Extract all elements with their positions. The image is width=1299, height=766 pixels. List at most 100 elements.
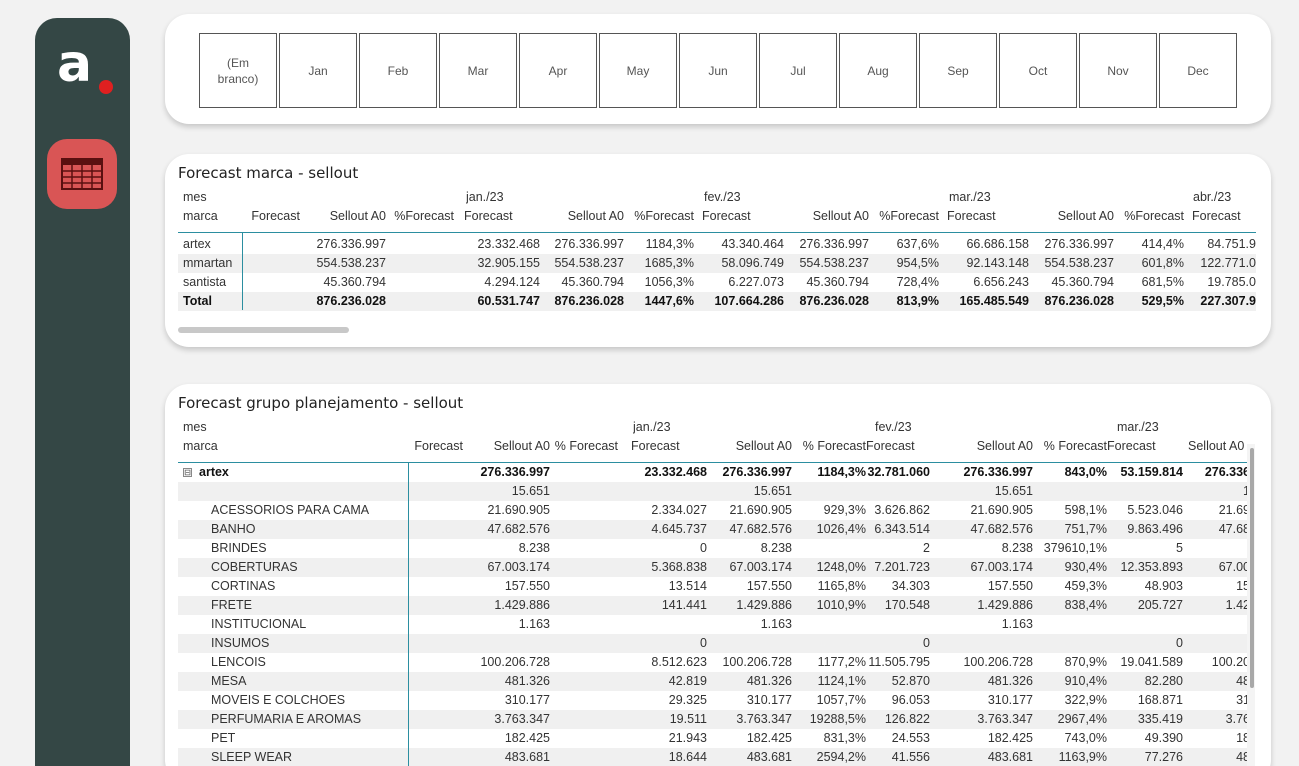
table-cell: [388, 235, 454, 254]
month-button[interactable]: Jul: [759, 33, 837, 108]
column-header[interactable]: Sellout A0: [946, 437, 1033, 456]
horizontal-scrollbar[interactable]: [178, 327, 349, 333]
table-cell: 276.336: [1204, 465, 1250, 479]
column-header[interactable]: Forecast: [947, 207, 1029, 226]
column-header[interactable]: Forecast: [408, 437, 463, 456]
month-button[interactable]: Jun: [679, 33, 757, 108]
column-header[interactable]: Sellout A0: [789, 207, 869, 226]
brand-row[interactable]: santista 45.360.794 4.294.124 45.360.794 105…: [178, 273, 1256, 292]
table-cell: 276.336.997: [316, 237, 386, 251]
group-row[interactable]: PET 182.425 21.943 182.425 831,3% 24.553 182.4…: [178, 729, 1250, 748]
group-row[interactable]: 15.651 15.651 15.651 1: [178, 482, 1250, 501]
brand-row[interactable]: mmartan 554.538.237 32.905.155 554.538.237 1…: [178, 254, 1256, 273]
table-cell: 15.651: [753, 484, 792, 498]
column-header[interactable]: %Forecast: [632, 207, 694, 226]
row-label-text: PERFUMARIA E AROMAS: [211, 712, 362, 726]
table-cell: [1107, 615, 1183, 634]
period-label: jan./23: [633, 420, 671, 434]
month-button[interactable]: Jan: [279, 33, 357, 108]
month-button[interactable]: Mar: [439, 33, 517, 108]
month-button[interactable]: Feb: [359, 33, 437, 108]
column-header[interactable]: Forecast: [866, 437, 930, 456]
table-cell: 728,4%: [896, 275, 939, 289]
month-button[interactable]: Nov: [1079, 33, 1157, 108]
group-row[interactable]: MESA 481.326 42.819 481.326 1124,1% 52.870 481…: [178, 672, 1250, 691]
header-row-periods: mes jan./23 fev./23 mar./23 abr./23: [178, 188, 1256, 207]
month-button[interactable]: Aug: [839, 33, 917, 108]
column-header[interactable]: Forecast: [702, 207, 784, 226]
table-cell: 11.505.795: [868, 655, 930, 669]
table-cell: 15.651: [994, 484, 1033, 498]
column-header[interactable]: %Forecast: [388, 207, 454, 226]
table-cell: [1107, 482, 1183, 501]
brand-row[interactable]: artex 276.336.997 23.332.468 276.336.997 118…: [178, 235, 1256, 254]
vertical-scrollbar[interactable]: [1250, 448, 1254, 688]
column-header[interactable]: %Forecast: [1122, 207, 1184, 226]
column-header[interactable]: Sellout A0: [1188, 437, 1250, 456]
row-label-text: BRINDES: [211, 541, 267, 555]
group-row[interactable]: PERFUMARIA E AROMAS 3.763.347 19.511 3.763.…: [178, 710, 1250, 729]
month-button[interactable]: Sep: [919, 33, 997, 108]
group-row[interactable]: MOVEIS E COLCHOES 310.177 29.325 310.177 105…: [178, 691, 1250, 710]
group-row[interactable]: FRETE 1.429.886 141.441 1.429.886 1010,9% 170…: [178, 596, 1250, 615]
month-button[interactable]: Apr: [519, 33, 597, 108]
column-header[interactable]: % Forecast: [1033, 437, 1107, 456]
total-row[interactable]: Total 876.236.028 60.531.747 876.236.028 144…: [178, 292, 1256, 311]
table-cell: 1.429.886: [736, 598, 792, 612]
table-cell: [408, 672, 463, 691]
column-header[interactable]: Forecast: [1192, 207, 1256, 226]
table-cell: 276.336.997: [480, 465, 550, 479]
column-header[interactable]: Forecast: [631, 437, 707, 456]
table-cell: 165.485.549: [959, 294, 1029, 308]
column-header[interactable]: Sellout A0: [544, 207, 624, 226]
column-header[interactable]: Sellout A0: [1034, 207, 1114, 226]
group-row[interactable]: ACESSORIOS PARA CAMA 21.690.905 2.334.027 2…: [178, 501, 1250, 520]
column-header[interactable]: Forecast: [244, 207, 300, 226]
table-cell: [550, 577, 618, 596]
table-cell: 157.550: [746, 579, 792, 593]
table-cell: [1188, 615, 1250, 634]
column-header[interactable]: Sellout A0: [705, 437, 792, 456]
group-parent-row[interactable]: ⊟ artex 276.336.997 23.332.468 276.336.997 11…: [178, 463, 1250, 482]
column-header[interactable]: Forecast: [464, 207, 540, 226]
group-row[interactable]: LENCOIS 100.206.728 8.512.623 100.206.728 11…: [178, 653, 1250, 672]
month-button[interactable]: Dec: [1159, 33, 1237, 108]
table-cell: 601,8%: [1141, 256, 1184, 270]
table-cell: 5: [1176, 541, 1183, 555]
group-row[interactable]: INSTITUCIONAL 1.163 1.163 1.163: [178, 615, 1250, 634]
column-header[interactable]: Sellout A0: [463, 437, 550, 456]
table-cell: 3.763.347: [736, 712, 792, 726]
row-label: [211, 482, 406, 501]
group-row[interactable]: BRINDES 8.238 0 8.238 2 8.238 379610,1% 5: [178, 539, 1250, 558]
table-cell: 310.177: [746, 693, 792, 707]
month-button[interactable]: Oct: [999, 33, 1077, 108]
group-row[interactable]: INSUMOS 0 0 0: [178, 634, 1250, 653]
table-cell: 45.360.794: [806, 275, 869, 289]
table-cell: 205.727: [1137, 598, 1183, 612]
table-cell: 21.690.905: [970, 503, 1033, 517]
table-cell: 554.538.237: [554, 256, 624, 270]
group-row[interactable]: BANHO 47.682.576 4.645.737 47.682.576 1026,4…: [178, 520, 1250, 539]
month-button[interactable]: May: [599, 33, 677, 108]
column-header[interactable]: Forecast: [1107, 437, 1183, 456]
row-label: ACESSORIOS PARA CAMA: [211, 501, 406, 520]
table-cell: [792, 615, 866, 634]
table-cell: [408, 634, 463, 653]
row-header-separator: [242, 232, 243, 310]
table-view-button[interactable]: [47, 139, 117, 209]
column-header[interactable]: % Forecast: [550, 437, 618, 456]
table-cell: 483.681: [987, 750, 1033, 764]
group-row[interactable]: SLEEP WEAR 483.681 18.644 483.681 2594,2% 41.…: [178, 748, 1250, 766]
month-button[interactable]: (Em branco): [199, 33, 277, 108]
table-cell: 107.664.286: [714, 294, 784, 308]
collapse-icon[interactable]: ⊟: [183, 468, 192, 477]
table-cell: [550, 653, 618, 672]
column-header[interactable]: Sellout A0: [306, 207, 386, 226]
table-cell: [866, 482, 930, 501]
table-cell: 4.294.124: [484, 275, 540, 289]
column-header[interactable]: %Forecast: [877, 207, 939, 226]
group-row[interactable]: COBERTURAS 67.003.174 5.368.838 67.003.174 1…: [178, 558, 1250, 577]
table-cell: 21.690.905: [487, 503, 550, 517]
column-header[interactable]: % Forecast: [792, 437, 866, 456]
group-row[interactable]: CORTINAS 157.550 13.514 157.550 1165,8% 34.30…: [178, 577, 1250, 596]
